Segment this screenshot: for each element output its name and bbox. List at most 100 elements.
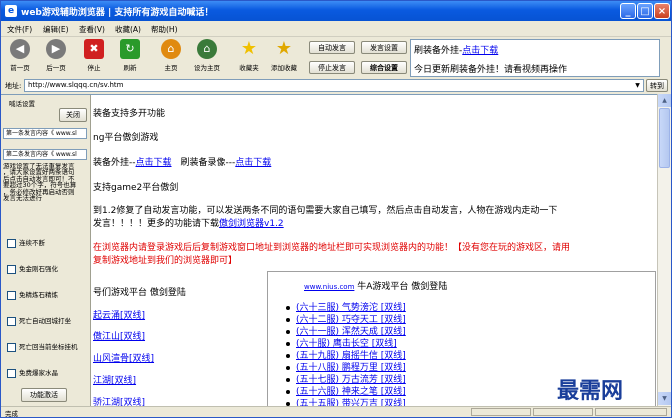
- first-message-input[interactable]: 第一条发言内容《 www.sl: [3, 128, 87, 139]
- home-icon: ⌂: [161, 39, 181, 59]
- combo-settings-button[interactable]: 综合设置: [361, 61, 407, 74]
- bullet-icon: [286, 389, 290, 394]
- checkbox-icon[interactable]: [7, 342, 16, 352]
- status-text: 完成: [5, 410, 18, 418]
- speak-settings-panel: 喊话设置 关闭 第一条发言内容《 www.sl 第二条发言内容《 www.sl …: [1, 95, 91, 407]
- checkbox-icon[interactable]: [7, 264, 16, 274]
- menu-file[interactable]: 文件(F): [7, 24, 32, 35]
- left-server-link-4[interactable]: 江湖[双线]: [93, 373, 136, 386]
- title-bar: e web游戏辅助浏览器 | 支持所有游戏自动喊话！ _ □ ×: [1, 1, 671, 21]
- address-dropdown-icon[interactable]: ▼: [632, 80, 643, 91]
- menu-bar: 文件(F) 编辑(E) 查看(V) 收藏(A) 帮助(H): [1, 21, 671, 37]
- address-bar: 地址: http://www.slqqq.cn/sv.htm ▼ 转到: [1, 79, 671, 93]
- notice-line1-text: 刷装备外挂-: [414, 46, 463, 56]
- menu-edit[interactable]: 编辑(E): [43, 24, 69, 35]
- forward-arrow-icon: ▶: [46, 39, 66, 59]
- page-content: 装备支持多开功能 ng平台傲剑游戏 装备外挂--点击下载 刷装备录像---点击下…: [1, 94, 657, 407]
- set-homepage-button[interactable]: ⌂ 设为主页: [192, 39, 222, 75]
- go-button[interactable]: 转到: [646, 79, 668, 92]
- add-star-icon: ★: [275, 38, 293, 59]
- menu-favorites[interactable]: 收藏(A): [115, 24, 141, 35]
- status-cell: [471, 408, 531, 416]
- vertical-scrollbar[interactable]: ▲ ▼: [657, 94, 671, 406]
- back-button[interactable]: ◀ 前一页: [5, 39, 35, 75]
- stop-icon: ✖: [84, 39, 104, 59]
- forward-button[interactable]: ▶ 后一页: [41, 39, 71, 75]
- checkbox-icon[interactable]: [7, 316, 16, 326]
- checkbox-icon[interactable]: [7, 290, 16, 300]
- address-input[interactable]: http://www.slqqq.cn/sv.htm: [24, 79, 644, 92]
- star-icon: ★: [240, 38, 258, 59]
- bullet-icon: [286, 305, 290, 310]
- bullet-icon: [286, 401, 290, 406]
- page-line-6a-tail: 【没有您在玩的游戏区，请用: [453, 243, 571, 253]
- bullet-icon: [286, 317, 290, 322]
- bullet-icon: [286, 365, 290, 370]
- checkbox-death-return[interactable]: 死亡自动回城打坐: [7, 315, 71, 326]
- checkbox-icon[interactable]: [7, 238, 16, 248]
- frame-site-link[interactable]: www.nius.com: [304, 283, 354, 291]
- left-platform-head: 号们游戏平台 傲剑登陆: [93, 288, 186, 298]
- bullet-icon: [286, 329, 290, 334]
- browser-download-link[interactable]: 傲剑浏览器v1.2: [219, 219, 284, 229]
- stop-button[interactable]: ✖ 停止: [79, 39, 109, 75]
- favorites-button[interactable]: ★ 收藏夹: [234, 39, 264, 75]
- refresh-icon: ↻: [120, 39, 140, 59]
- notice-line2: 今日更新刷装备外挂！请看视频再操作: [414, 65, 568, 75]
- scroll-down-icon[interactable]: ▼: [658, 392, 671, 405]
- second-message-input[interactable]: 第二条发言内容《 www.sl: [3, 149, 87, 160]
- notice-download-link[interactable]: 点击下载: [462, 46, 498, 56]
- page-line-5b-text: 发言！！！！更多的功能请下载: [93, 219, 220, 229]
- window-title: web游戏辅助浏览器 | 支持所有游戏自动喊话！: [21, 8, 214, 18]
- left-server-link-2[interactable]: 傲江山[双线]: [93, 329, 145, 342]
- app-icon: e: [5, 5, 17, 17]
- video-download-link[interactable]: 点击下载: [235, 158, 271, 168]
- panel-notes: 游戏设置了无法重复发言 ，请大家设置好两条语句 后点击自动发言即可！不 要超过3…: [3, 163, 77, 203]
- home-button[interactable]: ⌂ 主页: [156, 39, 186, 75]
- scroll-up-icon[interactable]: ▲: [658, 94, 671, 107]
- bullet-icon: [286, 377, 290, 382]
- stop-speak-button[interactable]: 停止发言: [309, 61, 355, 74]
- panel-title: 喊话设置: [9, 100, 35, 108]
- checkbox-continuous[interactable]: 连续不断: [7, 237, 45, 248]
- watermark: 最需网: [557, 379, 624, 404]
- refresh-button[interactable]: ↻ 刷新: [115, 39, 145, 75]
- address-label: 地址:: [5, 82, 22, 90]
- page-line-1: 装备支持多开功能: [93, 109, 166, 119]
- status-bar: 完成: [1, 406, 671, 418]
- page-line-3-text: 装备外挂--: [93, 158, 136, 168]
- bullet-icon: [286, 353, 290, 358]
- menu-view[interactable]: 查看(V): [79, 24, 105, 35]
- page-line-6a-red: 在浏览器内请登录游戏后后复制游戏窗口地址到浏览器的地址栏即可实现浏览器内的功能！: [93, 243, 454, 253]
- checkbox-free-diamond[interactable]: 免金刚石强化: [7, 263, 58, 274]
- frame-head-text: 牛A游戏平台 傲剑登陆: [354, 282, 448, 292]
- left-server-link-1[interactable]: 起云涌[双线]: [93, 308, 145, 321]
- page-line-5a: 到1.2修复了自动发言功能，可以发送两条不同的语句需要大家自己填写，然后点击自动…: [93, 206, 558, 216]
- scroll-thumb[interactable]: [659, 108, 670, 168]
- left-server-link-3[interactable]: 山风渲骨[双线]: [93, 351, 154, 364]
- status-cell: [595, 408, 667, 416]
- speak-settings-button[interactable]: 发言设置: [361, 41, 407, 54]
- auto-speak-button[interactable]: 自动发言: [309, 41, 355, 54]
- page-line-2: ng平台傲剑游戏: [93, 133, 159, 143]
- plugin-download-link[interactable]: 点击下载: [136, 158, 172, 168]
- menu-help[interactable]: 帮助(H): [151, 24, 178, 35]
- minimize-button[interactable]: _: [620, 3, 636, 19]
- checkbox-death-coords[interactable]: 死亡回当前坐标挂机: [7, 341, 78, 352]
- checkbox-free-refine[interactable]: 免精炼石精炼: [7, 289, 58, 300]
- checkbox-icon[interactable]: [7, 368, 16, 378]
- activate-function-button[interactable]: 功能激活: [21, 388, 67, 402]
- page-line-3-mid: 刷装备录像---: [171, 158, 236, 168]
- panel-close-button[interactable]: 关闭: [59, 108, 87, 122]
- checkbox-free-crystal[interactable]: 免费爆家水晶: [7, 367, 58, 378]
- page-line-4: 支持game2平台傲剑: [93, 183, 179, 193]
- close-button[interactable]: ×: [654, 3, 670, 19]
- back-arrow-icon: ◀: [10, 39, 30, 59]
- maximize-button[interactable]: □: [637, 3, 653, 19]
- notice-box: 刷装备外挂-点击下载 今日更新刷装备外挂！请看视频再操作: [410, 39, 660, 77]
- browser-window: e web游戏辅助浏览器 | 支持所有游戏自动喊话！ _ □ × 文件(F) 编…: [0, 0, 672, 418]
- status-cell: [533, 408, 593, 416]
- add-favorite-button[interactable]: ★ 添加收藏: [269, 39, 299, 75]
- page-line-6b: 复制游戏地址到我们的浏览器即可】: [93, 256, 238, 266]
- bullet-icon: [286, 341, 290, 346]
